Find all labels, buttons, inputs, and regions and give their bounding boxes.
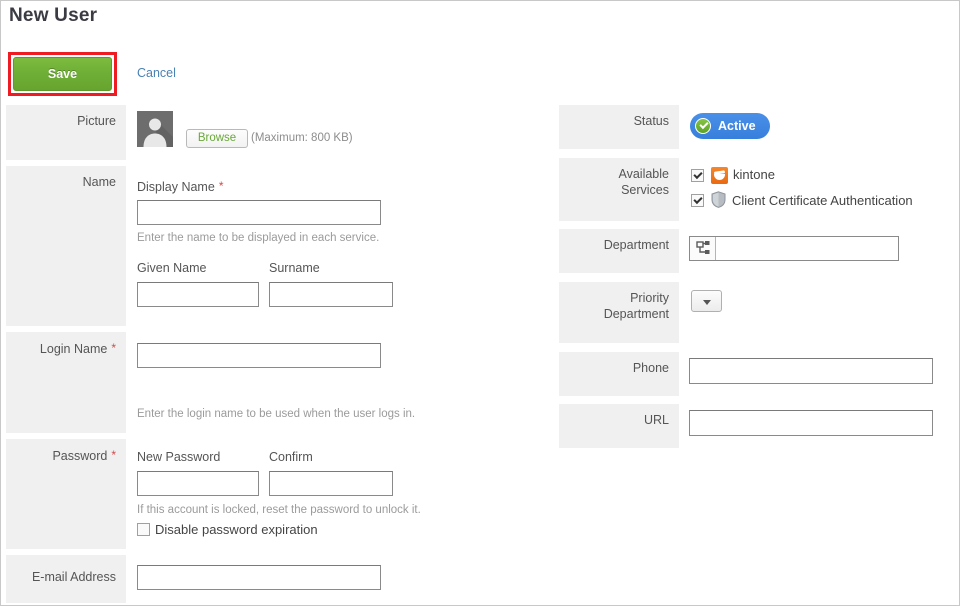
- password-label-cell: Password *: [6, 439, 126, 549]
- display-name-hint: Enter the name to be displayed in each s…: [137, 232, 380, 244]
- service-checkbox-client-certificate[interactable]: [691, 194, 704, 207]
- display-name-required-marker: *: [218, 179, 224, 193]
- picture-label: Picture: [77, 114, 116, 128]
- given-name-input[interactable]: [137, 282, 259, 307]
- picture-max-size-note: (Maximum: 800 KB): [251, 132, 353, 144]
- surname-input[interactable]: [269, 282, 393, 307]
- phone-label: Phone: [632, 361, 669, 375]
- department-field: [689, 236, 899, 261]
- phone-label-cell: Phone: [559, 352, 679, 396]
- cancel-link[interactable]: Cancel: [137, 66, 176, 80]
- email-label-cell: E-mail Address: [6, 555, 126, 603]
- password-required-marker: *: [111, 448, 116, 462]
- login-name-label-text: Login Name: [39, 342, 108, 356]
- shield-icon: [711, 191, 726, 208]
- available-services-label: Available Services: [618, 166, 669, 198]
- login-name-required-marker: *: [111, 341, 116, 355]
- department-label: Department: [603, 238, 669, 252]
- kintone-icon: [711, 167, 728, 184]
- login-name-input[interactable]: [137, 343, 381, 368]
- status-label-cell: Status: [559, 105, 679, 149]
- given-name-label: Given Name: [137, 261, 207, 275]
- login-name-hint: Enter the login name to be used when the…: [137, 408, 416, 420]
- phone-input[interactable]: [689, 358, 933, 384]
- url-label-cell: URL: [559, 404, 679, 448]
- confirm-password-label: Confirm: [269, 450, 313, 464]
- service-label-client-certificate: Client Certificate Authentication: [732, 193, 913, 208]
- url-input[interactable]: [689, 410, 933, 436]
- password-label: Password *: [52, 447, 116, 464]
- service-checkbox-kintone[interactable]: [691, 169, 704, 182]
- disable-password-expiration-label: Disable password expiration: [155, 522, 318, 537]
- page-title: New User: [9, 5, 98, 26]
- display-name-label-text: Display Name: [137, 180, 215, 194]
- surname-label: Surname: [269, 261, 320, 275]
- confirm-password-input[interactable]: [269, 471, 393, 496]
- priority-department-label: Priority Department: [604, 290, 669, 322]
- priority-department-label-cell: Priority Department: [559, 282, 679, 343]
- service-label-kintone: kintone: [733, 167, 775, 182]
- display-name-input[interactable]: [137, 200, 381, 225]
- status-badge-label: Active: [718, 119, 756, 133]
- display-name-label: Display Name *: [137, 179, 223, 194]
- department-label-cell: Department: [559, 229, 679, 273]
- url-label: URL: [643, 413, 669, 427]
- name-label-cell: Name: [6, 166, 126, 326]
- status-badge[interactable]: Active: [690, 113, 770, 139]
- check-circle-icon: [695, 118, 711, 134]
- department-input[interactable]: [717, 237, 897, 260]
- save-button[interactable]: Save: [13, 57, 112, 91]
- email-input[interactable]: [137, 565, 381, 590]
- available-services-label-cell: Available Services: [559, 158, 679, 221]
- name-label: Name: [82, 175, 116, 189]
- picture-label-cell: Picture: [6, 105, 126, 160]
- password-label-text: Password: [52, 449, 108, 463]
- chevron-down-icon: [703, 300, 711, 305]
- password-hint: If this account is locked, reset the pas…: [137, 504, 421, 516]
- login-name-label: Login Name *: [40, 340, 116, 357]
- browse-button[interactable]: Browse: [186, 129, 248, 148]
- new-user-page: New User Save Cancel Picture Browse (Max…: [0, 0, 960, 606]
- user-avatar-icon: [137, 111, 173, 147]
- new-password-input[interactable]: [137, 471, 259, 496]
- available-services-label-line2: Services: [621, 183, 669, 197]
- priority-department-dropdown[interactable]: [691, 290, 722, 312]
- available-services-label-line1: Available: [618, 167, 669, 181]
- email-label: E-mail Address: [31, 570, 116, 584]
- org-tree-icon[interactable]: [690, 237, 716, 260]
- status-label: Status: [633, 114, 669, 128]
- priority-department-label-line2: Department: [603, 307, 669, 321]
- login-name-label-cell: Login Name *: [6, 332, 126, 433]
- disable-password-expiration-checkbox[interactable]: [137, 523, 150, 536]
- new-password-label: New Password: [137, 450, 221, 464]
- priority-department-label-line1: Priority: [630, 291, 669, 305]
